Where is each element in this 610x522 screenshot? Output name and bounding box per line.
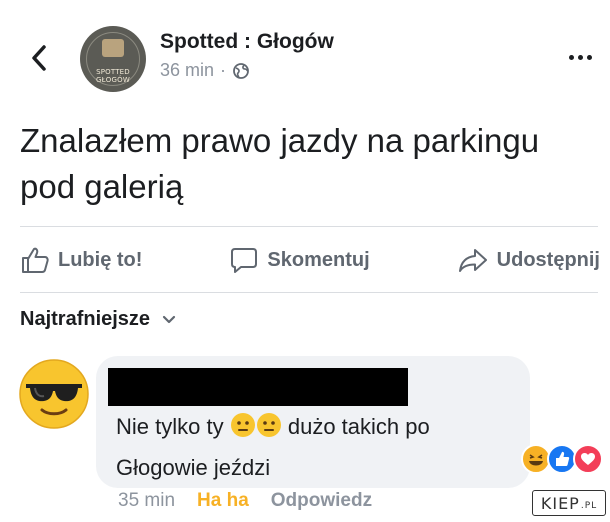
post-time[interactable]: 36 min: [160, 60, 214, 81]
meta-separator: ·: [220, 60, 227, 80]
comment-bubble-icon: [231, 248, 258, 273]
haha-reaction-button[interactable]: Ha ha: [197, 490, 249, 512]
like-label: Lubię to!: [58, 248, 143, 271]
comment-label: Skomentuj: [267, 248, 370, 271]
comment-actions: 35 min Ha ha Odpowiedz: [118, 490, 372, 512]
page-name[interactable]: Spotted : Głogów: [160, 30, 334, 54]
post-text: Znalazłem prawo jazdy na parkingu pod ga…: [20, 122, 540, 205]
avatar-photo: [102, 39, 124, 57]
comment-button[interactable]: Skomentuj: [229, 246, 370, 274]
back-button[interactable]: [22, 40, 56, 76]
sort-label: Najtrafniejsze: [20, 308, 151, 330]
post-actions: Lubię to! Skomentuj Udostępnij: [20, 240, 600, 280]
kiep-watermark-logo: KIEP .PL: [532, 490, 606, 516]
thumbs-up-icon: [22, 247, 49, 273]
more-options-button[interactable]: [562, 46, 598, 68]
neutral-face-emoji-icon: [256, 412, 282, 449]
watermark-main: KIEP: [540, 493, 580, 513]
reply-button[interactable]: Odpowiedz: [271, 490, 372, 512]
comment-sort-dropdown[interactable]: Najtrafniejsze: [20, 308, 176, 331]
chevron-down-icon: [162, 315, 176, 323]
redacted-author-name: [108, 368, 408, 406]
divider-bottom: [20, 292, 598, 293]
share-button[interactable]: Udostępnij: [457, 246, 600, 274]
share-arrow-icon: [458, 249, 487, 272]
like-button[interactable]: Lubię to!: [20, 246, 142, 274]
comment-reactions[interactable]: [521, 444, 605, 474]
share-label: Udostępnij: [496, 248, 600, 271]
avatar-logo-text: SPOTTED GŁOGÓW: [96, 68, 130, 84]
facebook-post-screen: SPOTTED GŁOGÓW Spotted : Głogów 36 min ·…: [0, 0, 610, 522]
post-meta: 36 min ·: [160, 60, 250, 81]
comment-time[interactable]: 35 min: [118, 490, 175, 512]
comment-text-start: Nie tylko ty: [116, 414, 224, 439]
comment-text: Nie tylko ty dużo takich po Głogowie jeź…: [116, 408, 516, 486]
sunglasses-emoji-icon[interactable]: [18, 358, 90, 430]
globe-icon: [233, 62, 249, 79]
love-reaction-icon: [573, 444, 603, 474]
neutral-face-emoji-icon: [230, 412, 256, 449]
ellipsis-icon: [568, 54, 592, 60]
divider-top: [20, 226, 598, 227]
watermark-suffix: .PL: [580, 501, 598, 511]
page-avatar[interactable]: SPOTTED GŁOGÓW: [80, 26, 146, 92]
chevron-left-icon: [32, 45, 46, 71]
